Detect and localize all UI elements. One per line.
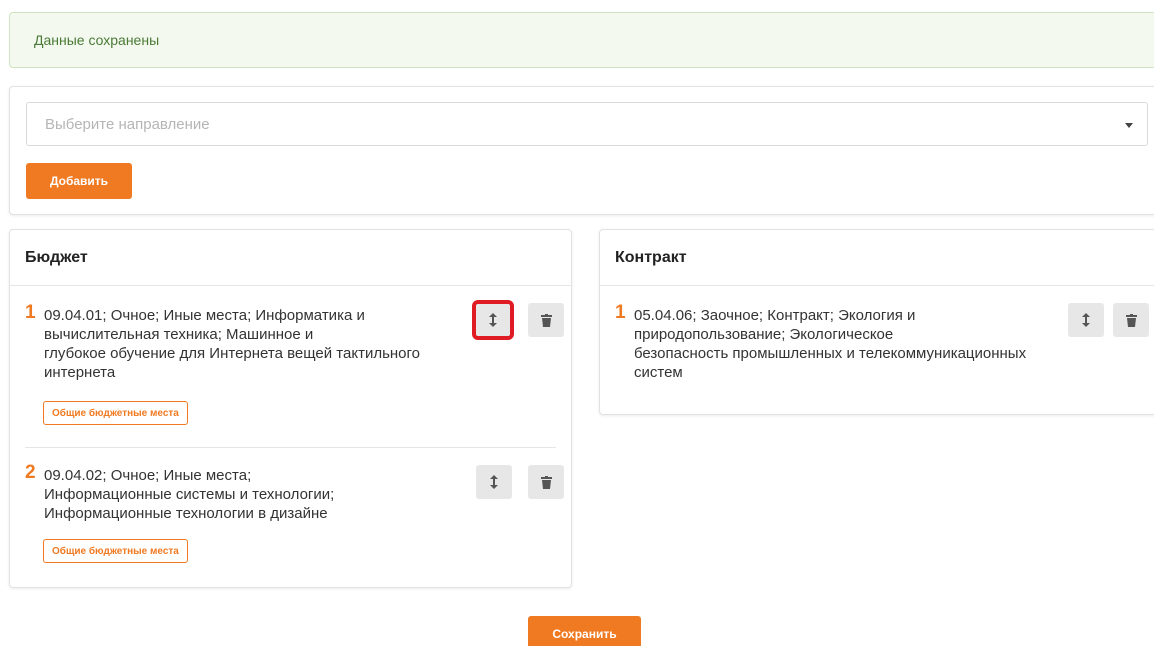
- item-description: 09.04.02; Очное; Иные места; Информацион…: [44, 466, 334, 523]
- save-button[interactable]: Сохранить: [528, 616, 641, 646]
- contract-card: Контракт 1 05.04.06; Заочное; Контракт; …: [599, 229, 1154, 415]
- item-line: систем: [634, 364, 683, 381]
- delete-button[interactable]: [528, 465, 564, 499]
- direction-select[interactable]: Выберите направление: [26, 102, 1148, 146]
- delete-button[interactable]: [528, 303, 564, 337]
- vertical-arrows-icon: [1082, 313, 1090, 327]
- item-divider: [25, 447, 556, 448]
- move-button[interactable]: [472, 300, 514, 340]
- vertical-arrows-icon: [490, 475, 498, 489]
- budget-card-title: Бюджет: [10, 230, 571, 286]
- success-alert: Данные сохранены: [9, 12, 1154, 68]
- add-button[interactable]: Добавить: [26, 163, 132, 199]
- chevron-down-icon: [1125, 123, 1133, 128]
- delete-button[interactable]: [1113, 303, 1149, 337]
- trash-icon: [540, 475, 552, 489]
- budget-item-2[interactable]: 2 09.04.02; Очное; Иные места; Информаци…: [25, 463, 565, 573]
- item-number: 2: [25, 462, 36, 483]
- move-button[interactable]: [476, 465, 512, 499]
- item-line: Информационные системы и технологии;: [44, 486, 335, 503]
- item-line: вычислительная техника; Машинное и: [44, 326, 314, 343]
- direction-panel: Выберите направление Добавить: [9, 86, 1154, 215]
- item-number: 1: [615, 302, 626, 323]
- contract-item-1[interactable]: 1 05.04.06; Заочное; Контракт; Экология …: [615, 303, 1150, 403]
- item-description: 05.04.06; Заочное; Контракт; Экология и …: [634, 306, 1026, 382]
- item-line: безопасность промышленных и телекоммуник…: [634, 345, 1027, 362]
- budget-card: Бюджет 1 09.04.01; Очное; Иные места; Ин…: [9, 229, 572, 588]
- budget-type-badge: Общие бюджетные места: [43, 539, 188, 563]
- budget-type-badge: Общие бюджетные места: [43, 401, 188, 425]
- alert-text: Данные сохранены: [34, 32, 160, 48]
- item-line: природопользование; Экологическое: [634, 326, 894, 343]
- item-line: Информационные технологии в дизайне: [44, 505, 328, 522]
- item-line: глубокое обучение для Интернета вещей та…: [44, 345, 421, 362]
- trash-icon: [1125, 313, 1137, 327]
- trash-icon: [540, 313, 552, 327]
- vertical-arrows-icon: [489, 313, 497, 327]
- contract-card-title: Контракт: [600, 230, 1154, 286]
- item-line: 05.04.06; Заочное; Контракт; Экология и: [634, 307, 916, 324]
- item-line: 09.04.02; Очное; Иные места;: [44, 467, 252, 484]
- direction-select-placeholder: Выберите направление: [45, 115, 210, 133]
- item-line: 09.04.01; Очное; Иные места; Информатика…: [44, 307, 365, 324]
- item-description: 09.04.01; Очное; Иные места; Информатика…: [44, 306, 420, 382]
- budget-item-1[interactable]: 1 09.04.01; Очное; Иные места; Информати…: [25, 300, 565, 433]
- move-button[interactable]: [1068, 303, 1104, 337]
- item-number: 1: [25, 302, 36, 323]
- item-line: интернета: [44, 364, 116, 381]
